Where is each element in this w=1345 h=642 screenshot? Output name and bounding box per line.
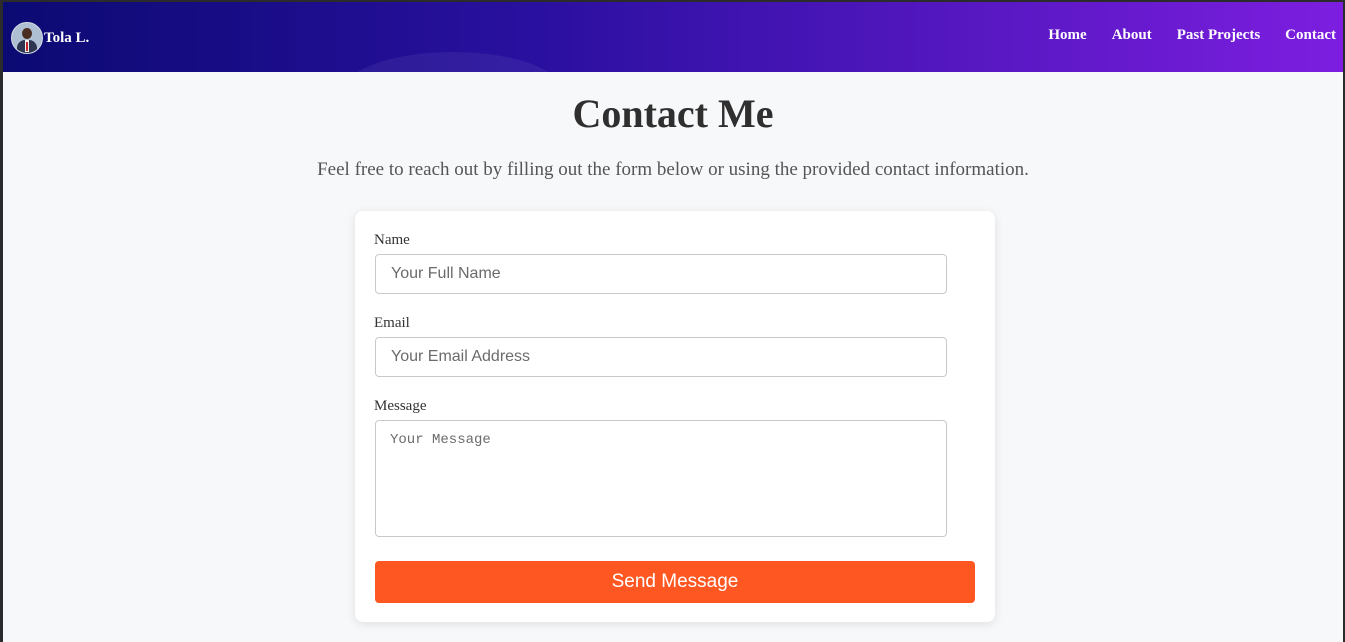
main-nav: Home About Past Projects Contact	[1048, 27, 1336, 44]
email-input[interactable]	[375, 337, 947, 377]
nav-link-about[interactable]: About	[1112, 27, 1152, 44]
email-label: Email	[374, 315, 410, 331]
nav-link-contact[interactable]: Contact	[1285, 27, 1336, 44]
navbar: Tola L. Home About Past Projects Contact	[3, 2, 1343, 72]
send-message-button[interactable]: Send Message	[375, 561, 975, 603]
avatar	[11, 22, 43, 54]
page-title: Contact Me	[572, 91, 774, 136]
name-input[interactable]	[375, 254, 947, 294]
name-label: Name	[374, 232, 410, 248]
brand[interactable]: Tola L.	[11, 22, 89, 54]
nav-link-home[interactable]: Home	[1048, 27, 1086, 44]
header-decoration	[343, 52, 563, 72]
nav-link-past-projects[interactable]: Past Projects	[1177, 27, 1260, 44]
page-subtitle: Feel free to reach out by filling out th…	[317, 159, 1029, 180]
brand-name: Tola L.	[44, 29, 90, 46]
page: Tola L. Home About Past Projects Contact…	[3, 2, 1343, 642]
message-label: Message	[374, 398, 427, 414]
contact-form: Name Email Message Send Message	[355, 211, 995, 622]
message-textarea[interactable]	[375, 420, 947, 537]
